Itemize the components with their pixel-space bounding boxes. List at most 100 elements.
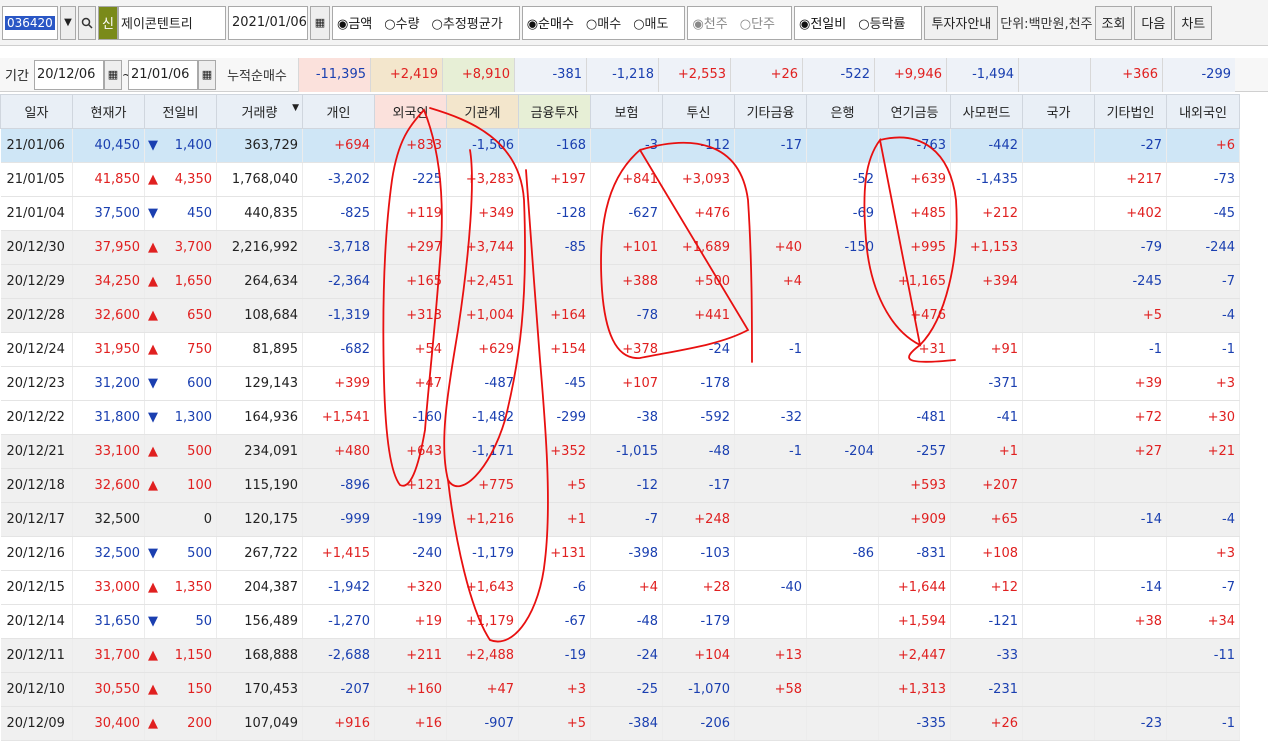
table-row[interactable]: 20/12/28 32,600 ▲ 650 108,684 -1,319 +313 +1,00…: [0, 298, 1240, 333]
change-type-radio-group[interactable]: ◉전일비 ○등락률: [793, 5, 923, 40]
table-cell: 129,143: [216, 366, 303, 401]
column-header-2[interactable]: 전일비: [144, 94, 217, 129]
table-cell: [1022, 672, 1095, 707]
column-header-5[interactable]: 외국인: [374, 94, 447, 129]
stock-code-value: 036420: [5, 15, 55, 30]
table-cell: [734, 706, 807, 741]
table-row[interactable]: 21/01/05 41,850 ▲ 4,350 1,768,040 -3,202 -225 +…: [0, 162, 1240, 197]
table-row[interactable]: 21/01/06 40,450 ▼ 1,400 363,729 +694 +833 -1,50…: [0, 128, 1240, 163]
down-arrow-icon: ▼: [148, 376, 158, 391]
period-from-calendar-icon[interactable]: ▦: [104, 59, 122, 90]
table-row[interactable]: 20/12/14 31,650 ▼ 50 156,489 -1,270 +19 +1,179-…: [0, 604, 1240, 639]
search-icon[interactable]: [78, 5, 96, 40]
radio-quantity[interactable]: ○수량: [384, 13, 425, 32]
table-cell: [1022, 230, 1095, 265]
table-cell: +47: [374, 366, 447, 401]
table-cell: +593: [878, 468, 951, 503]
table-row[interactable]: 20/12/11 31,700 ▲ 1,150 168,888 -2,688 +211 +2,…: [0, 638, 1240, 673]
column-header-14[interactable]: 국가: [1022, 94, 1095, 129]
table-cell: -38: [590, 400, 663, 435]
table-cell: +108: [950, 536, 1023, 571]
column-header-12[interactable]: 연기금등: [878, 94, 951, 129]
column-header-6[interactable]: 기관계: [446, 94, 519, 129]
code-dropdown-icon[interactable]: ▼: [60, 5, 76, 40]
table-row[interactable]: 20/12/29 34,250 ▲ 1,650 264,634 -2,364 +165 +2,…: [0, 264, 1240, 299]
next-button[interactable]: 다음: [1134, 5, 1173, 40]
radio-avg-price[interactable]: ○추정평균가: [432, 13, 509, 32]
radio-sell[interactable]: ○매도: [633, 13, 674, 32]
column-header-13[interactable]: 사모펀드: [950, 94, 1023, 129]
stock-code-input[interactable]: 036420: [2, 5, 58, 40]
table-row[interactable]: 20/12/22 31,800 ▼ 1,300 164,936 +1,541 -160 -1,…: [0, 400, 1240, 435]
table-cell: -225: [374, 162, 447, 197]
table-cell: -384: [590, 706, 663, 741]
column-header-16[interactable]: 내외국인: [1166, 94, 1240, 129]
calendar-icon[interactable]: ▦: [310, 5, 330, 40]
volume-sort-icon[interactable]: ▼: [292, 103, 299, 113]
table-row[interactable]: 20/12/24 31,950 ▲ 750 81,895 -682 +54 +629 +154 +…: [0, 332, 1240, 367]
column-header-4[interactable]: 개인: [302, 94, 375, 129]
table-cell: +1,004: [446, 298, 519, 333]
column-header-10[interactable]: 기타금융: [734, 94, 807, 129]
radio-net-buy[interactable]: ◉순매수: [527, 13, 580, 32]
radio-prev-diff[interactable]: ◉전일비: [799, 13, 852, 32]
period-to-calendar-icon[interactable]: ▦: [198, 59, 216, 90]
table-cell: 34,250: [72, 264, 145, 299]
table-cell: 164,936: [216, 400, 303, 435]
query-button[interactable]: 조회: [1094, 5, 1133, 40]
table-row[interactable]: 20/12/23 31,200 ▼ 600 129,143 +399 +47 -487 -45 +…: [0, 366, 1240, 401]
table-cell: +2,451: [446, 264, 519, 299]
radio-amount[interactable]: ◉금액: [337, 13, 378, 32]
column-header-11[interactable]: 은행: [806, 94, 879, 129]
radio-buy[interactable]: ○매수: [586, 13, 627, 32]
radio-change-rate[interactable]: ○등락률: [858, 13, 911, 32]
table-row[interactable]: 20/12/10 30,550 ▲ 150 170,453 -207 +160 +47 +3 -2…: [0, 672, 1240, 707]
table-row[interactable]: 20/12/17 32,500 0 120,175 -999 -199 +1,216 +1 -7…: [0, 502, 1240, 537]
table-row[interactable]: 20/12/09 30,400 ▲ 200 107,049 +916 +16 -907 +5 -3…: [0, 706, 1240, 741]
table-cell: +629: [446, 332, 519, 367]
table-cell: [878, 366, 951, 401]
column-header-1[interactable]: 현재가: [72, 94, 145, 129]
share-unit-radio-group[interactable]: ◉천주 ○단주: [687, 5, 792, 40]
table-row[interactable]: 20/12/18 32,600 ▲ 100 115,190 -896 +121 +775 +5-…: [0, 468, 1240, 503]
table-cell: 30,400: [72, 706, 145, 741]
table-cell: 440,835: [216, 196, 303, 231]
radio-thousand-shares[interactable]: ◉천주: [692, 13, 733, 32]
table-row[interactable]: 20/12/16 32,500 ▼ 500 267,722 +1,415 -240 -1,17…: [0, 536, 1240, 571]
table-cell: -73: [1166, 162, 1240, 197]
column-header-15[interactable]: 기타법인: [1094, 94, 1167, 129]
table-cell: -3,718: [302, 230, 375, 265]
column-header-3[interactable]: 거래량 ▼: [216, 94, 303, 129]
table-cell: ▲ 500: [144, 434, 217, 469]
column-header-9[interactable]: 투신: [662, 94, 735, 129]
table-cell: +28: [662, 570, 735, 605]
column-header-7[interactable]: 금융투자: [518, 94, 591, 129]
investor-guide-button[interactable]: 투자자안내: [924, 5, 999, 40]
period-to-input[interactable]: 21/01/06: [128, 59, 198, 90]
period-from-input[interactable]: 20/12/06: [34, 59, 104, 90]
table-cell: 20/12/22: [0, 400, 73, 435]
table-cell: 363,729: [216, 128, 303, 163]
table-cell: 20/12/30: [0, 230, 73, 265]
table-row[interactable]: 21/01/04 37,500 ▼ 450 440,835 -825 +119 +349 -12…: [0, 196, 1240, 231]
table-cell: +12: [950, 570, 1023, 605]
table-cell: +2,488: [446, 638, 519, 673]
table-cell: 120,175: [216, 502, 303, 537]
table-cell: -14: [1094, 502, 1167, 537]
column-header-0[interactable]: 일자: [0, 94, 73, 129]
table-cell: +3,744: [446, 230, 519, 265]
table-cell: -627: [590, 196, 663, 231]
value-type-radio-group[interactable]: ◉금액 ○수량 ○추정평균가: [332, 5, 520, 40]
table-cell: -67: [518, 604, 591, 639]
chart-button[interactable]: 차트: [1174, 5, 1213, 40]
column-header-8[interactable]: 보험: [590, 94, 663, 129]
trade-type-radio-group[interactable]: ◉순매수 ○매수 ○매도: [521, 5, 686, 40]
table-cell: [806, 468, 879, 503]
table-row[interactable]: 20/12/21 33,100 ▲ 500 234,091 +480 +643 -1,171 +…: [0, 434, 1240, 469]
table-cell: [806, 298, 879, 333]
cumulative-value-1: +2,419: [370, 57, 442, 92]
table-row[interactable]: 20/12/30 37,950 ▲ 3,700 2,216,992 -3,718 +297 +…: [0, 230, 1240, 265]
radio-single-shares[interactable]: ○단주: [740, 13, 781, 32]
table-row[interactable]: 20/12/15 33,000 ▲ 1,350 204,387 -1,942 +320 +1,…: [0, 570, 1240, 605]
query-date-input[interactable]: 2021/01/06: [228, 5, 308, 40]
